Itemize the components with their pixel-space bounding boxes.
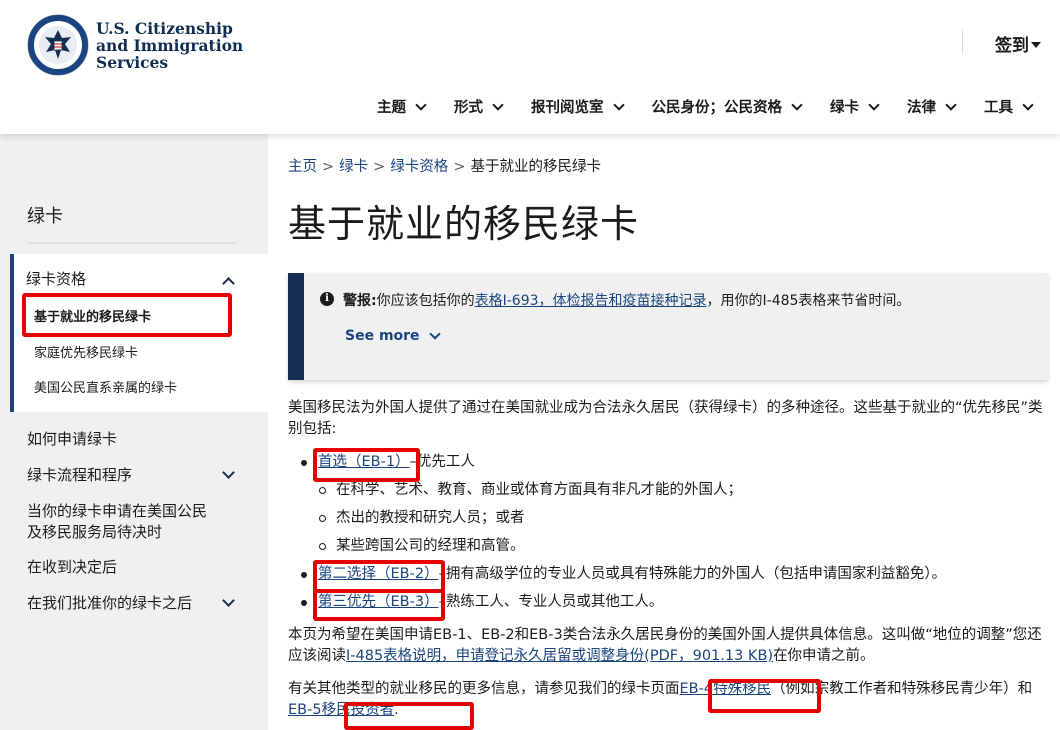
breadcrumb-current: 基于就业的移民绿卡 bbox=[470, 159, 601, 175]
chevron-up-icon[interactable] bbox=[222, 277, 235, 290]
alert-text-after: ，用你的I-485表格来节省时间。 bbox=[706, 293, 911, 309]
breadcrumb-separator: > bbox=[453, 159, 466, 175]
chevron-down-icon bbox=[415, 98, 427, 111]
brand-line-2: and Immigration bbox=[96, 36, 244, 55]
alert-text-before: 你应该包括你的 bbox=[376, 293, 475, 309]
alert-message: 警报:你应该包括你的表格I-693，体检报告和疫苗接种记录，用你的I-485表格… bbox=[343, 290, 910, 310]
alert-banner: i 警报:你应该包括你的表格I-693，体检报告和疫苗接种记录，用你的I-485… bbox=[288, 273, 1048, 380]
chevron-down-icon bbox=[492, 98, 504, 111]
sign-in-label: 签到 bbox=[995, 36, 1029, 56]
eb1-description: 优先工人 bbox=[416, 454, 475, 470]
para2-text-after: 在你申请之前。 bbox=[773, 648, 875, 664]
eb2-link[interactable]: 第二选择（EB-2） bbox=[318, 566, 439, 582]
breadcrumb-home[interactable]: 主页 bbox=[288, 159, 317, 175]
nav-label: 形式 bbox=[454, 100, 483, 116]
header-divider bbox=[962, 30, 963, 54]
sidebar-item-after-approval[interactable]: 在我们批准你的绿卡之后 bbox=[27, 593, 192, 614]
nav-topics[interactable]: 主题 bbox=[377, 96, 427, 117]
nav-forms[interactable]: 形式 bbox=[454, 96, 504, 117]
sidebar-item-after-decision[interactable]: 在收到决定后 bbox=[27, 557, 117, 578]
sign-in-button[interactable]: 签到 bbox=[995, 31, 1041, 56]
caret-down-icon bbox=[1031, 41, 1041, 48]
sidebar-divider bbox=[27, 242, 237, 244]
see-more-label: See more bbox=[345, 328, 420, 344]
dhs-seal-logo[interactable] bbox=[27, 14, 89, 76]
preference-category-list: 首选（EB-1）–优先工人 在科学、艺术、教育、商业或体育方面具有非凡才能的外国… bbox=[288, 452, 1048, 613]
eb1-sublist: 在科学、艺术、教育、商业或体育方面具有非凡才能的外国人； 杰出的教授和研究人员；… bbox=[318, 480, 1048, 557]
eb5-link[interactable]: EB-5移民投资者 bbox=[288, 702, 394, 718]
chevron-down-icon bbox=[945, 98, 957, 111]
chevron-down-icon bbox=[791, 98, 803, 111]
breadcrumb-green-card[interactable]: 绿卡 bbox=[339, 159, 368, 175]
page-title: 基于就业的移民绿卡 bbox=[288, 202, 640, 246]
other-categories-paragraph: 有关其他类型的就业移民的更多信息，请参见我们的绿卡页面EB-4特殊移民（例如宗教… bbox=[288, 679, 1048, 721]
eb3-description: 熟练工人、专业人员或其他工人。 bbox=[445, 594, 664, 610]
chevron-down-icon bbox=[612, 98, 625, 111]
breadcrumb-separator: > bbox=[373, 159, 386, 175]
list-item: 某些跨国公司的经理和高管。 bbox=[319, 536, 1048, 557]
breadcrumb-eligibility[interactable]: 绿卡资格 bbox=[390, 159, 448, 175]
sidebar-title[interactable]: 绿卡 bbox=[27, 202, 63, 228]
eb2-description: 拥有高级学位的专业人员或具有特殊能力的外国人（包括申请国家利益豁免）。 bbox=[445, 566, 947, 582]
intro-paragraph: 美国移民法为外国人提供了通过在美国就业成为合法永久居民（获得绿卡）的多种途径。这… bbox=[288, 400, 1043, 437]
chevron-down-icon[interactable] bbox=[222, 466, 235, 479]
list-item-eb1: 首选（EB-1）–优先工人 在科学、艺术、教育、商业或体育方面具有非凡才能的外国… bbox=[301, 452, 1048, 557]
agency-wordmark[interactable]: U.S. Citizenship and Immigration Service… bbox=[96, 20, 243, 71]
nav-label: 法律 bbox=[907, 100, 936, 116]
breadcrumb: 主页 > 绿卡 > 绿卡资格 > 基于就业的移民绿卡 bbox=[288, 155, 601, 176]
chevron-down-icon[interactable] bbox=[222, 594, 235, 607]
nav-tools[interactable]: 工具 bbox=[984, 96, 1034, 117]
list-item: 在科学、艺术、教育、商业或体育方面具有非凡才能的外国人； bbox=[319, 480, 1048, 501]
sidebar-subitem-family[interactable]: 家庭优先移民绿卡 bbox=[34, 342, 138, 361]
list-item-eb3: 第三优先（EB-3）–熟练工人、专业人员或其他工人。 bbox=[301, 592, 1048, 613]
eb4-link[interactable]: EB-4特殊移民 bbox=[680, 681, 772, 697]
nav-newsroom[interactable]: 报刊阅览室 bbox=[531, 96, 625, 117]
alert-label: 警报: bbox=[343, 293, 377, 309]
chevron-down-icon bbox=[868, 98, 880, 111]
sidebar-group-title[interactable]: 绿卡资格 bbox=[26, 268, 86, 289]
chevron-down-icon bbox=[428, 328, 441, 340]
adjustment-paragraph: 本页为希望在美国申请EB-1、EB-2和EB-3类合法永久居民身份的美国外国人提… bbox=[288, 625, 1048, 667]
sidebar-item-process[interactable]: 绿卡流程和程序 bbox=[27, 465, 132, 486]
site-header: U.S. Citizenship and Immigration Service… bbox=[0, 0, 1060, 134]
main-nav: 主题 形式 报刊阅览室 公民身份；公民资格 绿卡 法律 工具 bbox=[348, 96, 1034, 117]
sidebar-item-how-to-apply[interactable]: 如何申请绿卡 bbox=[27, 429, 117, 450]
sidebar-subitem-immediate-relative[interactable]: 美国公民直系亲属的绿卡 bbox=[34, 377, 177, 396]
eb1-link[interactable]: 首选（EB-1） bbox=[318, 454, 410, 470]
sidebar-subitem-employment[interactable]: 基于就业的移民绿卡 bbox=[34, 306, 151, 325]
nav-laws[interactable]: 法律 bbox=[907, 96, 957, 117]
para3-text-after: . bbox=[394, 702, 399, 718]
main-content: 美国移民法为外国人提供了通过在美国就业成为合法永久居民（获得绿卡）的多种途径。这… bbox=[288, 398, 1048, 721]
eb3-link[interactable]: 第三优先（EB-3） bbox=[318, 594, 439, 610]
list-item-eb2: 第二选择（EB-2）–拥有高级学位的专业人员或具有特殊能力的外国人（包括申请国家… bbox=[301, 564, 1048, 585]
sidebar-item-pending[interactable]: 当你的绿卡申请在美国公民及移民服务局待决时 bbox=[27, 501, 217, 543]
brand-line-3: Services bbox=[96, 53, 169, 72]
nav-label: 报刊阅览室 bbox=[531, 100, 604, 116]
nav-label: 公民身份；公民资格 bbox=[651, 100, 783, 116]
sidebar-group-eligibility: 绿卡资格 基于就业的移民绿卡 家庭优先移民绿卡 美国公民直系亲属的绿卡 bbox=[10, 254, 268, 412]
sidebar-nav: 绿卡 绿卡资格 基于就业的移民绿卡 家庭优先移民绿卡 美国公民直系亲属的绿卡 如… bbox=[0, 134, 268, 730]
breadcrumb-separator: > bbox=[322, 159, 335, 175]
nav-green-card[interactable]: 绿卡 bbox=[830, 96, 880, 117]
chevron-down-icon bbox=[1022, 98, 1034, 111]
nav-label: 主题 bbox=[377, 100, 406, 116]
nav-label: 工具 bbox=[984, 100, 1013, 116]
info-icon: i bbox=[320, 292, 334, 306]
nav-citizenship[interactable]: 公民身份；公民资格 bbox=[651, 96, 803, 117]
para3-text-before: 有关其他类型的就业移民的更多信息，请参见我们的绿卡页面 bbox=[288, 681, 680, 697]
brand-line-1: U.S. Citizenship bbox=[96, 19, 233, 38]
alert-form-i693-link[interactable]: 表格I-693，体检报告和疫苗接种记录 bbox=[475, 293, 707, 309]
i485-instructions-link[interactable]: I-485表格说明，申请登记永久居留或调整身份(PDF，901.13 KB) bbox=[346, 648, 773, 664]
para3-text-mid: （例如宗教工作者和特殊移民青少年）和 bbox=[771, 681, 1033, 697]
list-item: 杰出的教授和研究人员；或者 bbox=[319, 508, 1048, 529]
see-more-toggle[interactable]: See more bbox=[345, 328, 441, 344]
nav-label: 绿卡 bbox=[830, 100, 859, 116]
